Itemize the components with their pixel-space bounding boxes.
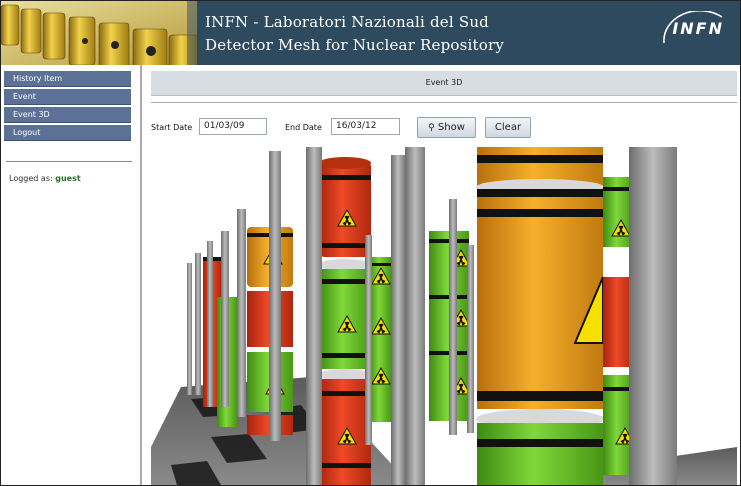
header-title-line1: INFN - Laboratori Nazionali del Sud [205, 13, 489, 31]
infn-logo: INFN [672, 19, 724, 38]
sidebar-item-event-3d[interactable]: Event 3D [4, 107, 131, 123]
detector-mesh-3d-view[interactable] [151, 147, 737, 485]
banner-barrels-image [1, 1, 197, 65]
page-title-bar: Event 3D [151, 71, 737, 96]
barrel-stack-center [318, 157, 372, 485]
clear-button[interactable]: Clear [485, 117, 531, 138]
end-date-input[interactable]: 16/03/12 [331, 118, 400, 135]
logged-as-text: Logged as: guest [9, 174, 81, 183]
sidebar-divider [6, 161, 132, 162]
sidebar-item-logout[interactable]: Logout [4, 125, 131, 141]
sidebar: History Item Event Event 3D Logout Logge… [1, 65, 142, 485]
start-date-input[interactable]: 01/03/09 [199, 118, 267, 135]
header: INFN - Laboratori Nazionali del Sud Dete… [1, 1, 740, 65]
start-date-label: Start Date [151, 123, 193, 132]
logged-user: guest [55, 174, 81, 183]
page-title: Event 3D [425, 78, 463, 87]
header-title-line2: Detector Mesh for Nuclear Repository [205, 36, 505, 54]
title-divider [151, 102, 737, 103]
logged-as-label: Logged as: [9, 174, 53, 183]
show-button-label: Show [437, 122, 465, 133]
show-button[interactable]: ⚲ Show [417, 117, 476, 138]
page: INFN - Laboratori Nazionali del Sud Dete… [0, 0, 741, 486]
barrel-stack-near-right [476, 147, 635, 485]
sidebar-item-event[interactable]: Event [4, 89, 131, 105]
search-icon: ⚲ [428, 123, 435, 133]
end-date-label: End Date [285, 123, 322, 132]
sidebar-item-history-item[interactable]: History Item [4, 71, 131, 87]
